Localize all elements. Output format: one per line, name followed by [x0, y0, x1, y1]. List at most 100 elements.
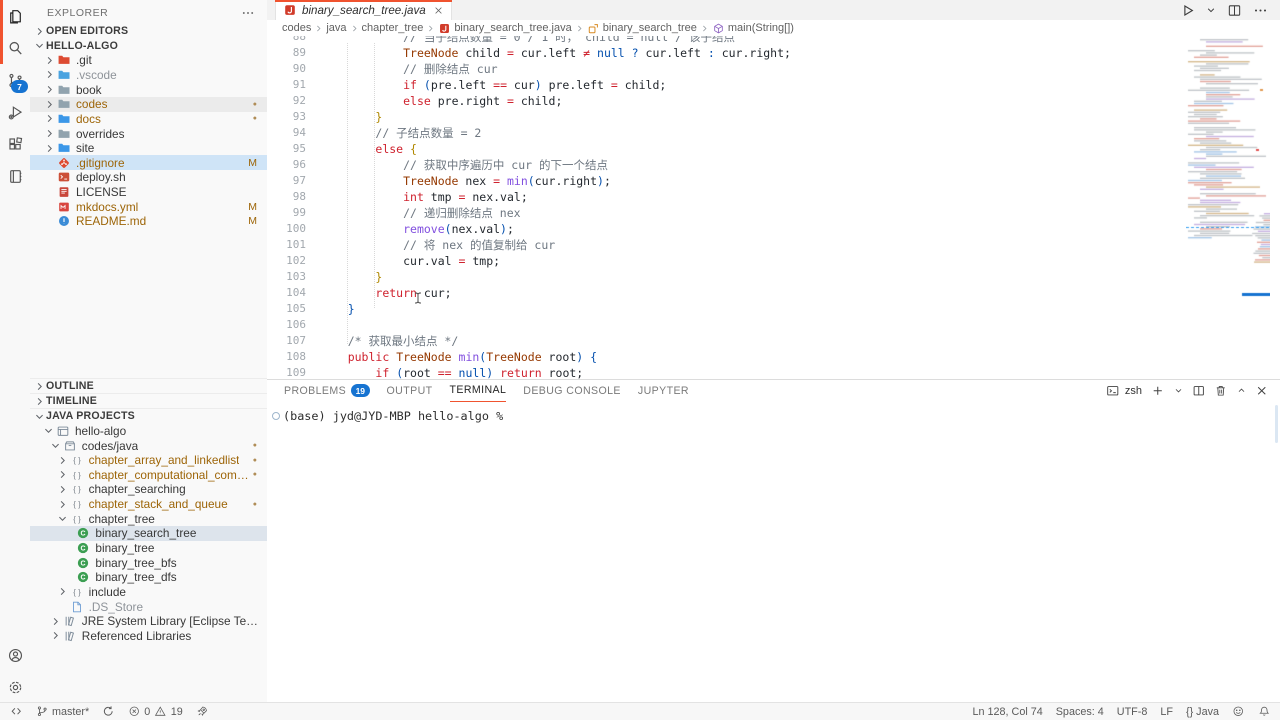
java-projects-item-hello-algo[interactable]: hello-algo: [30, 424, 267, 439]
breadcrumb-java[interactable]: java: [326, 22, 346, 34]
indentation-item[interactable]: Spaces: 4: [1056, 706, 1104, 718]
close-panel-icon[interactable]: [1255, 384, 1269, 398]
activity-bar-search[interactable]: [0, 32, 30, 64]
activity-bar-accounts[interactable]: [0, 639, 30, 671]
activity-bar-source-control[interactable]: 7: [0, 64, 30, 96]
split-terminal-icon[interactable]: [1192, 384, 1206, 398]
close-tab-icon[interactable]: [433, 5, 444, 16]
code-line-97[interactable]: 97 TreeNode nex = min(cur.right);: [267, 173, 1280, 189]
java-projects-item-binary-tree-bfs[interactable]: Cbinary_tree_bfs: [30, 555, 267, 570]
explorer-item-mkdocs-yml[interactable]: mkdocs.ymlM: [30, 199, 267, 214]
split-editor-icon[interactable]: [1227, 3, 1242, 18]
minimap[interactable]: [1186, 37, 1270, 378]
feedback-item[interactable]: [1232, 705, 1245, 718]
explorer-item-docs[interactable]: docs●: [30, 112, 267, 127]
code-line-100[interactable]: 100 remove(nex.val);: [267, 221, 1280, 237]
code-line-88[interactable]: 88 // 当子结点数量 = 0 / 1 时， child = null / 该…: [267, 36, 1280, 45]
explorer-item-site[interactable]: site: [30, 141, 267, 156]
more-actions-icon[interactable]: [241, 6, 255, 20]
code-line-102[interactable]: 102 cur.val = tmp;: [267, 253, 1280, 269]
panel-tab-output[interactable]: OUTPUT: [387, 380, 433, 401]
explorer-item--git[interactable]: .git: [30, 53, 267, 68]
explorer-item-codes[interactable]: codes●: [30, 97, 267, 112]
activity-bar-notebook[interactable]: [0, 160, 30, 192]
explorer-item--gitignore[interactable]: .gitignoreM: [30, 155, 267, 170]
remote-indicator[interactable]: [10, 705, 23, 718]
encoding-item[interactable]: UTF-8: [1117, 706, 1148, 718]
explorer-item--vscode[interactable]: .vscode: [30, 68, 267, 83]
code-line-109[interactable]: 109 if (root == null) return root;: [267, 365, 1280, 379]
breadcrumb-codes[interactable]: codes: [282, 22, 311, 34]
java-projects-item-binary-tree-dfs[interactable]: Cbinary_tree_dfs: [30, 570, 267, 585]
shell-label[interactable]: zsh: [1125, 385, 1142, 397]
terminal-content[interactable]: (base) jyd@JYD-MBP hello-algo %: [267, 401, 1280, 423]
cursor-position-item[interactable]: Ln 128, Col 74: [973, 706, 1043, 718]
java-projects-item-binary-tree[interactable]: Cbinary_tree: [30, 541, 267, 556]
java-projects-item-chapter-array-and-linkedlist[interactable]: { }chapter_array_and_linkedlist●: [30, 453, 267, 468]
code-line-103[interactable]: 103 }: [267, 269, 1280, 285]
java-projects-item-chapter-computational-complexity[interactable]: { }chapter_computational_complexity●: [30, 467, 267, 482]
panel-tab-jupyter[interactable]: JUPYTER: [638, 380, 689, 401]
code-line-98[interactable]: 98 int tmp = nex.val;: [267, 189, 1280, 205]
code-line-94[interactable]: 94 // 子结点数量 = 2: [267, 125, 1280, 141]
code-line-89[interactable]: 89 TreeNode child = cur.left ≠ null ? cu…: [267, 45, 1280, 61]
java-projects-item-referenced-libraries[interactable]: Referenced Libraries: [30, 629, 267, 644]
open-editors-section[interactable]: OPEN EDITORS: [30, 24, 267, 39]
java-projects-item--ds-store[interactable]: .DS_Store: [30, 599, 267, 614]
java-projects-item-include[interactable]: { }include: [30, 585, 267, 600]
breadcrumb-binary-search-tree[interactable]: binary_search_tree: [587, 22, 697, 35]
explorer-item-book[interactable]: book: [30, 82, 267, 97]
terminal-scrollbar[interactable]: [1275, 405, 1278, 443]
panel-tab-debug-console[interactable]: DEBUG CONSOLE: [523, 380, 621, 401]
eol-item[interactable]: LF: [1160, 706, 1173, 718]
problems-item[interactable]: 0 19: [128, 705, 183, 718]
run-java-button[interactable]: [1180, 3, 1195, 18]
activity-bar-run-and-debug[interactable]: [0, 96, 30, 128]
breadcrumb-binary-search-tree-java[interactable]: binary_search_tree.java: [438, 22, 571, 35]
java-projects-item-codes-java[interactable]: codes/java●: [30, 438, 267, 453]
language-mode-item[interactable]: {} Java: [1186, 706, 1219, 718]
code-line-106[interactable]: 106: [267, 317, 1280, 333]
java-status-item[interactable]: [196, 705, 209, 718]
code-line-96[interactable]: 96 // 获取中序遍历中 cur 的下一个结点: [267, 157, 1280, 173]
run-dropdown-icon[interactable]: [1206, 5, 1216, 15]
code-editor[interactable]: 88 // 当子结点数量 = 0 / 1 时， child = null / 该…: [267, 36, 1280, 379]
panel-tab-problems[interactable]: PROBLEMS19: [284, 380, 370, 401]
java-projects-item-chapter-tree[interactable]: { }chapter_tree: [30, 511, 267, 526]
activity-bar-extensions[interactable]: [0, 128, 30, 160]
code-line-108[interactable]: 108 public TreeNode min(TreeNode root) {: [267, 349, 1280, 365]
activity-bar-explorer[interactable]: [0, 0, 30, 32]
java-projects-section[interactable]: JAVA PROJECTS: [30, 408, 267, 423]
activity-bar-settings[interactable]: [0, 671, 30, 703]
timeline-section[interactable]: TIMELINE: [30, 393, 267, 408]
explorer-item-license[interactable]: LICENSE: [30, 185, 267, 200]
more-editor-actions-icon[interactable]: [1253, 3, 1268, 18]
notifications-item[interactable]: [1258, 705, 1271, 718]
tab-binary-search-tree-java[interactable]: binary_search_tree.java: [275, 0, 452, 20]
git-sync-item[interactable]: [102, 705, 115, 718]
kill-terminal-icon[interactable]: [1214, 384, 1228, 398]
terminal-dropdown-icon[interactable]: [1174, 386, 1183, 395]
outline-section[interactable]: OUTLINE: [30, 378, 267, 393]
root-folder-section[interactable]: HELLO-ALGO: [30, 39, 267, 54]
explorer-item-overrides[interactable]: overrides: [30, 126, 267, 141]
code-line-101[interactable]: 101 // 将 nex 的值复制给 cur: [267, 237, 1280, 253]
code-line-95[interactable]: 95 else {: [267, 141, 1280, 157]
java-projects-item-jre-system-library-eclipse-temurin-17-17-[interactable]: JRE System Library [Eclipse Temurin 17 […: [30, 614, 267, 629]
panel-tab-terminal[interactable]: TERMINAL: [450, 380, 507, 402]
code-line-92[interactable]: 92 else pre.right = child;: [267, 93, 1280, 109]
new-terminal-icon[interactable]: [1151, 384, 1165, 398]
code-line-90[interactable]: 90 // 删除结点 cur: [267, 61, 1280, 77]
java-projects-item-chapter-stack-and-queue[interactable]: { }chapter_stack_and_queue●: [30, 497, 267, 512]
code-line-91[interactable]: 91 if (pre.left == cur) pre.left = child…: [267, 77, 1280, 93]
code-line-99[interactable]: 99 // 递归删除结点 nex: [267, 205, 1280, 221]
maximize-panel-icon[interactable]: [1237, 386, 1246, 395]
git-branch-item[interactable]: master*: [36, 705, 90, 718]
breadcrumb-chapter-tree[interactable]: chapter_tree: [362, 22, 424, 34]
explorer-item-deploy-sh[interactable]: deploy.sh: [30, 170, 267, 185]
java-projects-item-chapter-searching[interactable]: { }chapter_searching: [30, 482, 267, 497]
java-projects-item-binary-search-tree[interactable]: Cbinary_search_tree: [30, 526, 267, 541]
breadcrumb-main-string-[interactable]: main(String[]): [712, 22, 794, 35]
explorer-item-readme-md[interactable]: README.mdM: [30, 214, 267, 229]
code-line-93[interactable]: 93 }: [267, 109, 1280, 125]
